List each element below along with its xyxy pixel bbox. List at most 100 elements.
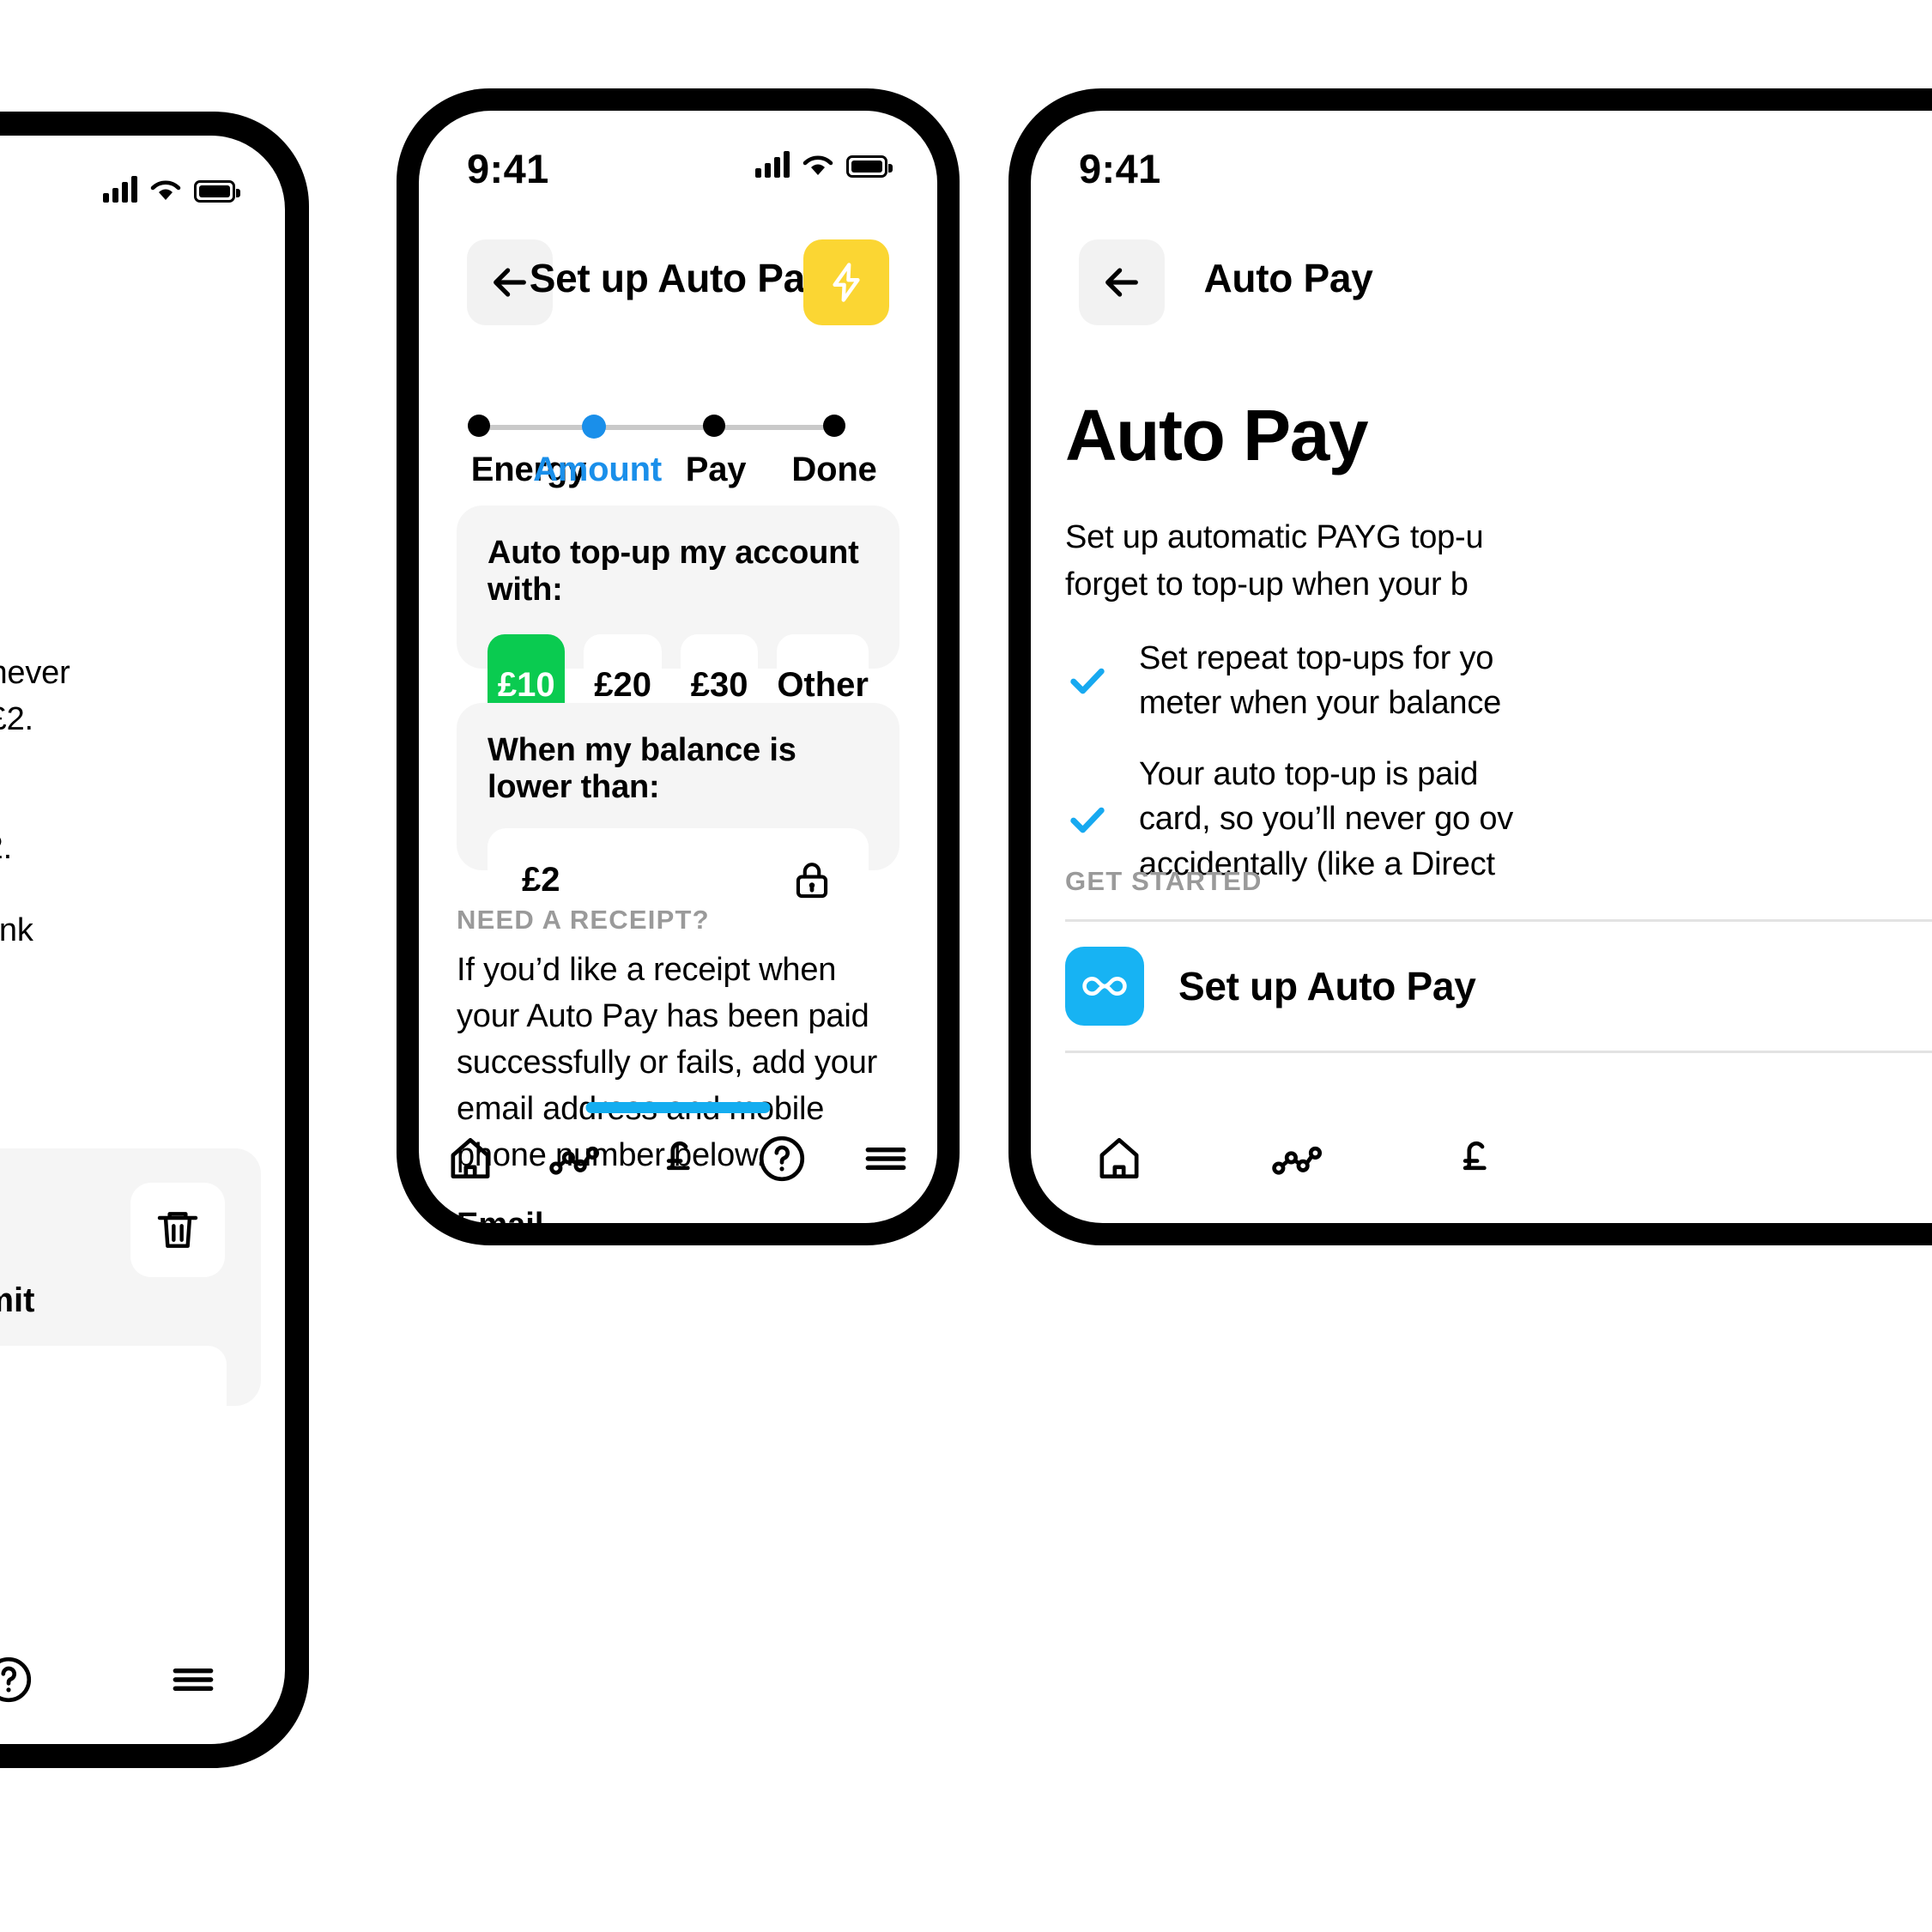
tab-payments[interactable] [1385, 1132, 1563, 1185]
credit-limit-value[interactable]: £2.00 [0, 1346, 227, 1449]
lock-icon [796, 863, 828, 899]
energy-action-button[interactable] [803, 239, 889, 325]
intro-line-1: Set up automatic PAYG top-u [1065, 519, 1484, 555]
stepper-segment-2 [600, 425, 708, 430]
top-nav-left: Auto Pay [0, 264, 285, 359]
page-title: Auto Pay [1203, 256, 1373, 300]
left-copy-line-2: when your balance hits £2. [0, 700, 33, 737]
tab-bar-left [0, 1615, 285, 1744]
status-time: 9:41 [1079, 146, 1161, 191]
battery-icon [194, 180, 240, 203]
usage-graph-icon [549, 1146, 600, 1175]
stepper-label-done: Done [791, 451, 877, 488]
credit-limit-card: Credit limit £2.00 [0, 1148, 261, 1449]
home-icon [1099, 1137, 1139, 1178]
phone-left-screen: Auto Pay c PAYG top-ups so you never whe… [0, 136, 285, 1744]
lightning-bolt-icon [833, 263, 860, 302]
benefit-item-1: Set repeat top-ups for yo meter when you… [1065, 636, 1666, 726]
receipt-eyebrow: NEED A RECEIPT? [457, 905, 710, 935]
benefit-text-1: Set repeat top-ups for yo meter when you… [1139, 636, 1501, 726]
status-bar-left [0, 136, 285, 247]
screenshot-canvas: Auto Pay c PAYG top-ups so you never whe… [0, 0, 1932, 1932]
question-circle-icon [759, 1136, 804, 1182]
stepper-labels: Energy Amount Pay Done [467, 451, 889, 499]
balance-threshold-card: When my balance is lower than: £2 [457, 703, 899, 931]
tab-bar-right [1031, 1094, 1563, 1223]
battery-icon [846, 155, 893, 178]
topup-card-title: Auto top-up my account with: [488, 535, 859, 608]
infinity-tile [1065, 947, 1144, 1026]
left-copy-line-6: ll never go overdrawn [0, 954, 251, 1001]
tab-bar-center [419, 1094, 937, 1223]
top-nav-center: Set up Auto Pay [419, 239, 937, 334]
stepper-label-pay: Pay [685, 451, 747, 488]
stepper-segment-3 [721, 425, 829, 430]
intro-copy: Set up automatic PAYG top-u forget to to… [1065, 514, 1614, 608]
tab-help[interactable] [730, 1132, 833, 1185]
stepper-node-done[interactable] [823, 415, 845, 437]
wifi-icon [802, 155, 833, 175]
topup-amount-card: Auto top-up my account with: £10 £20 £30… [457, 506, 899, 736]
divider-bottom [1065, 1051, 1932, 1053]
left-copy-line-4: your balance reaches £2. [0, 829, 12, 866]
left-body-copy: c PAYG top-ups so you never when your ba… [0, 651, 251, 1047]
phone-left-frame: Auto Pay c PAYG top-ups so you never whe… [0, 112, 309, 1768]
check-icon [1070, 669, 1105, 694]
pound-icon [666, 1141, 690, 1171]
signal-bars-icon [103, 175, 137, 203]
benefit-1-line-1: Set repeat top-ups for yo [1139, 640, 1494, 676]
stepper-node-pay[interactable] [703, 415, 725, 437]
phone-center-display: 9:41 Set up Auto Pay Energy Amount Pay D… [419, 111, 937, 1223]
tab-menu[interactable] [100, 1653, 285, 1706]
setup-stepper: Energy Amount Pay Done [467, 413, 889, 507]
status-bar-center: 9:41 [419, 111, 937, 222]
left-copy-line-7: (like a Direct Debit). [0, 1001, 251, 1047]
list-item-label: Set up Auto Pay [1178, 964, 1476, 1008]
delete-button[interactable] [130, 1183, 225, 1277]
tab-usage[interactable] [1208, 1130, 1386, 1187]
phone-right-frame: 9:41 Auto Pay Auto Pay Set up automatic … [1008, 88, 1932, 1245]
infinity-icon [1082, 977, 1127, 996]
hamburger-icon [865, 1147, 905, 1171]
tab-payments[interactable] [627, 1132, 730, 1185]
get-started-section: GET STARTED Set up Auto Pay [1065, 866, 1932, 1053]
stepper-track [467, 413, 889, 439]
stepper-segment-1 [479, 425, 587, 430]
tab-home[interactable] [1031, 1132, 1208, 1185]
status-bar-right: 9:41 [1031, 111, 1932, 222]
trash-icon [157, 1212, 198, 1248]
status-icons-center [755, 150, 893, 178]
tab-home[interactable] [419, 1132, 523, 1185]
stepper-node-amount[interactable] [582, 415, 606, 439]
section-header: GET STARTED [1065, 866, 1263, 896]
signal-bars-icon [755, 150, 790, 178]
pound-icon [1463, 1141, 1487, 1171]
left-copy-line-5: p-up is paid with your bank [0, 911, 33, 948]
home-icon [451, 1137, 490, 1178]
hamburger-icon [173, 1668, 214, 1692]
intro-line-2: forget to top-up when your b [1065, 566, 1469, 603]
stepper-node-energy[interactable] [468, 415, 490, 437]
tab-help[interactable] [0, 1653, 100, 1706]
phone-right-screen: 9:41 Auto Pay Auto Pay Set up automatic … [1031, 111, 1932, 1223]
benefit-2-line-2: card, so you’ll never go ov [1139, 801, 1514, 838]
left-copy-line-1: c PAYG top-ups so you never [0, 655, 70, 691]
usage-graph-icon [1272, 1146, 1323, 1175]
phone-center-device: 9:41 Set up Auto Pay Energy Amount Pay D… [397, 88, 960, 1245]
list-item-setup-auto-pay[interactable]: Set up Auto Pay [1065, 922, 1932, 1051]
top-nav-right: Auto Pay [1031, 239, 1932, 334]
tab-usage[interactable] [523, 1130, 627, 1187]
benefit-2-line-1: Your auto top-up is paid [1139, 755, 1479, 792]
wifi-icon [150, 180, 181, 200]
threshold-card-title: When my balance is lower than: [488, 732, 796, 805]
status-time: 9:41 [467, 146, 549, 191]
question-circle-icon [0, 1656, 32, 1703]
threshold-value: £2 [522, 860, 560, 899]
stepper-label-amount: Amount [533, 451, 662, 488]
tab-menu[interactable] [833, 1132, 937, 1185]
benefit-1-line-2: meter when your balance [1139, 685, 1502, 722]
check-icon [1070, 807, 1105, 833]
screen-heading: Auto Pay [1065, 395, 1369, 475]
status-icons [103, 175, 240, 203]
credit-limit-label: Credit limit [0, 1281, 35, 1319]
